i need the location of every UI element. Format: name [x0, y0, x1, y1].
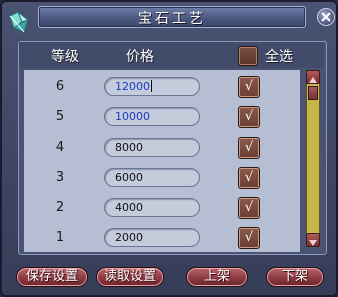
text-caret [151, 80, 152, 92]
scrollbar-thumb[interactable] [308, 86, 318, 100]
row-checkbox[interactable]: √ [238, 167, 260, 189]
price-column-header: 价格 [126, 49, 154, 65]
check-icon: √ [244, 140, 254, 155]
list-item: 5 10000 √ [24, 102, 300, 132]
check-icon: √ [244, 170, 254, 185]
level-value: 2 [55, 200, 65, 215]
price-text: 6000 [115, 171, 143, 184]
list-item-button[interactable]: 上架 [186, 267, 248, 287]
window-title: 宝石工艺 [138, 11, 206, 27]
list-item: 3 6000 √ [24, 163, 300, 193]
select-all-label: 全选 [265, 49, 293, 65]
list-header: 等级 价格 全选 [19, 42, 324, 68]
row-checkbox[interactable]: √ [238, 106, 260, 128]
level-value: 6 [55, 79, 65, 94]
check-icon: √ [244, 79, 254, 94]
price-input[interactable]: 12000 [104, 77, 200, 96]
list-item: 6 12000 √ [24, 72, 300, 102]
delist-item-button[interactable]: 下架 [266, 267, 324, 287]
level-column-header: 等级 [51, 49, 79, 65]
gem-craft-window: 宝石工艺 等级 价格 全选 6 12000 √ 5 10000 √ 4 8000… [0, 0, 338, 297]
arrow-down-icon [309, 240, 317, 246]
arrow-up-icon [309, 77, 317, 83]
check-icon: √ [244, 200, 254, 215]
check-icon: √ [244, 230, 254, 245]
price-input[interactable]: 6000 [104, 168, 200, 187]
row-checkbox[interactable]: √ [238, 227, 260, 249]
list-item: 1 2000 √ [24, 223, 300, 253]
level-value: 3 [55, 170, 65, 185]
price-input[interactable]: 10000 [104, 107, 200, 126]
level-value: 1 [55, 230, 65, 245]
row-checkbox[interactable]: √ [238, 197, 260, 219]
price-input[interactable]: 8000 [104, 138, 200, 157]
gem-icon [6, 8, 34, 36]
price-text: 12000 [115, 80, 150, 93]
close-icon [321, 12, 331, 22]
list-item: 4 8000 √ [24, 133, 300, 163]
scroll-down-button[interactable] [306, 233, 320, 247]
price-input[interactable]: 4000 [104, 198, 200, 217]
price-text: 8000 [115, 141, 143, 154]
level-value: 5 [55, 109, 65, 124]
price-list: 6 12000 √ 5 10000 √ 4 8000 √ 3 6000 √ 2 … [24, 70, 300, 252]
price-text: 2000 [115, 231, 143, 244]
row-checkbox[interactable]: √ [238, 76, 260, 98]
row-checkbox[interactable]: √ [238, 137, 260, 159]
list-item: 2 4000 √ [24, 193, 300, 223]
title-bar[interactable]: 宝石工艺 [38, 6, 306, 28]
price-text: 10000 [115, 110, 150, 123]
load-settings-button[interactable]: 读取设置 [96, 267, 164, 287]
check-icon: √ [244, 109, 254, 124]
select-all-checkbox[interactable] [238, 46, 258, 66]
save-settings-button[interactable]: 保存设置 [16, 267, 88, 287]
close-button[interactable] [317, 8, 335, 26]
scroll-up-button[interactable] [306, 70, 320, 84]
price-input[interactable]: 2000 [104, 228, 200, 247]
price-text: 4000 [115, 201, 143, 214]
level-value: 4 [55, 140, 65, 155]
